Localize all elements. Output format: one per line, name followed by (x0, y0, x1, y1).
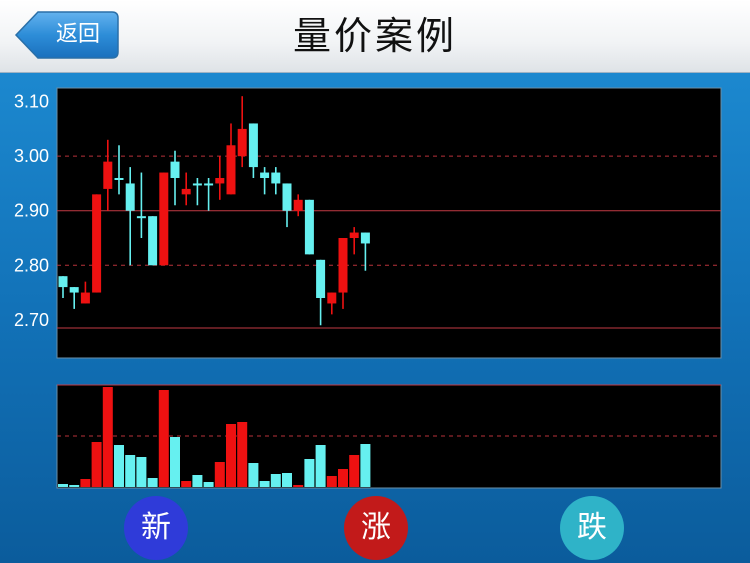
candle-body (181, 188, 191, 195)
candle-body (69, 287, 79, 293)
volume-bar (270, 474, 281, 487)
volume-bar (114, 445, 124, 487)
rise-button[interactable]: 涨 (344, 496, 408, 560)
volume-bar (349, 455, 360, 487)
volume-bar (214, 462, 225, 487)
fall-button[interactable]: 跌 (560, 496, 624, 560)
candle-body (248, 123, 258, 168)
candle-body (136, 216, 146, 219)
volume-bar (192, 475, 203, 487)
candle-body (103, 161, 113, 189)
y-tick-label: 3.10 (14, 92, 49, 112)
volume-bar (282, 473, 292, 487)
candle-body (92, 194, 102, 293)
candle-body (192, 183, 202, 186)
volume-bar (360, 444, 371, 487)
candle-body (293, 199, 303, 211)
volume-bar (226, 424, 236, 487)
volume-bar (326, 476, 337, 487)
candle-body (316, 259, 326, 298)
back-button-label: 返回 (55, 22, 100, 47)
volume-bar (203, 482, 214, 487)
volume-bar (315, 445, 326, 487)
candle-body (237, 128, 247, 157)
volume-bar (304, 459, 315, 487)
candlestick-chart: 3.10 3.00 2.90 2.80 2.70 (14, 87, 722, 489)
y-axis-labels: 3.10 3.00 2.90 2.80 2.70 (14, 92, 49, 330)
candle-body (204, 183, 214, 186)
candle-body (58, 276, 68, 288)
volume-bar (158, 390, 169, 487)
y-tick-label: 2.70 (14, 310, 49, 330)
back-button[interactable]: 返回 (14, 9, 120, 61)
new-button[interactable]: 新 (124, 496, 188, 560)
candle-body (327, 292, 337, 304)
candle-body (125, 183, 135, 211)
volume-bar (136, 457, 147, 487)
volume-bar (80, 479, 91, 487)
header-bar: 量价案例 返回 (0, 0, 750, 73)
candle-body (338, 238, 348, 293)
candle-body (304, 199, 314, 255)
y-tick-label: 2.90 (14, 201, 49, 221)
candle-body (215, 178, 225, 184)
candle-body (170, 161, 180, 178)
volume-bar (170, 437, 180, 487)
volume-bar (91, 442, 102, 487)
candle-body (349, 232, 359, 238)
volume-bar (69, 485, 80, 487)
volume-bar (237, 422, 248, 487)
volume-bar (259, 481, 270, 487)
y-tick-label: 3.00 (14, 146, 49, 166)
candle-body (282, 183, 292, 211)
candle-body (159, 172, 169, 266)
candle-body (114, 178, 124, 180)
volume-bar (125, 455, 136, 487)
y-tick-label: 2.80 (14, 255, 49, 275)
candle-body (260, 172, 270, 178)
volume-bar (338, 469, 348, 487)
volume-bar (248, 463, 259, 487)
volume-bar (181, 481, 192, 487)
volume-bar (147, 478, 158, 487)
candle-body (271, 172, 281, 184)
volume-bar (293, 485, 304, 487)
candle-body (80, 292, 90, 304)
candle-body (360, 232, 370, 244)
candle-body (226, 145, 236, 195)
candle-body (148, 216, 158, 266)
volume-bar (102, 387, 113, 487)
volume-bar (58, 484, 68, 487)
